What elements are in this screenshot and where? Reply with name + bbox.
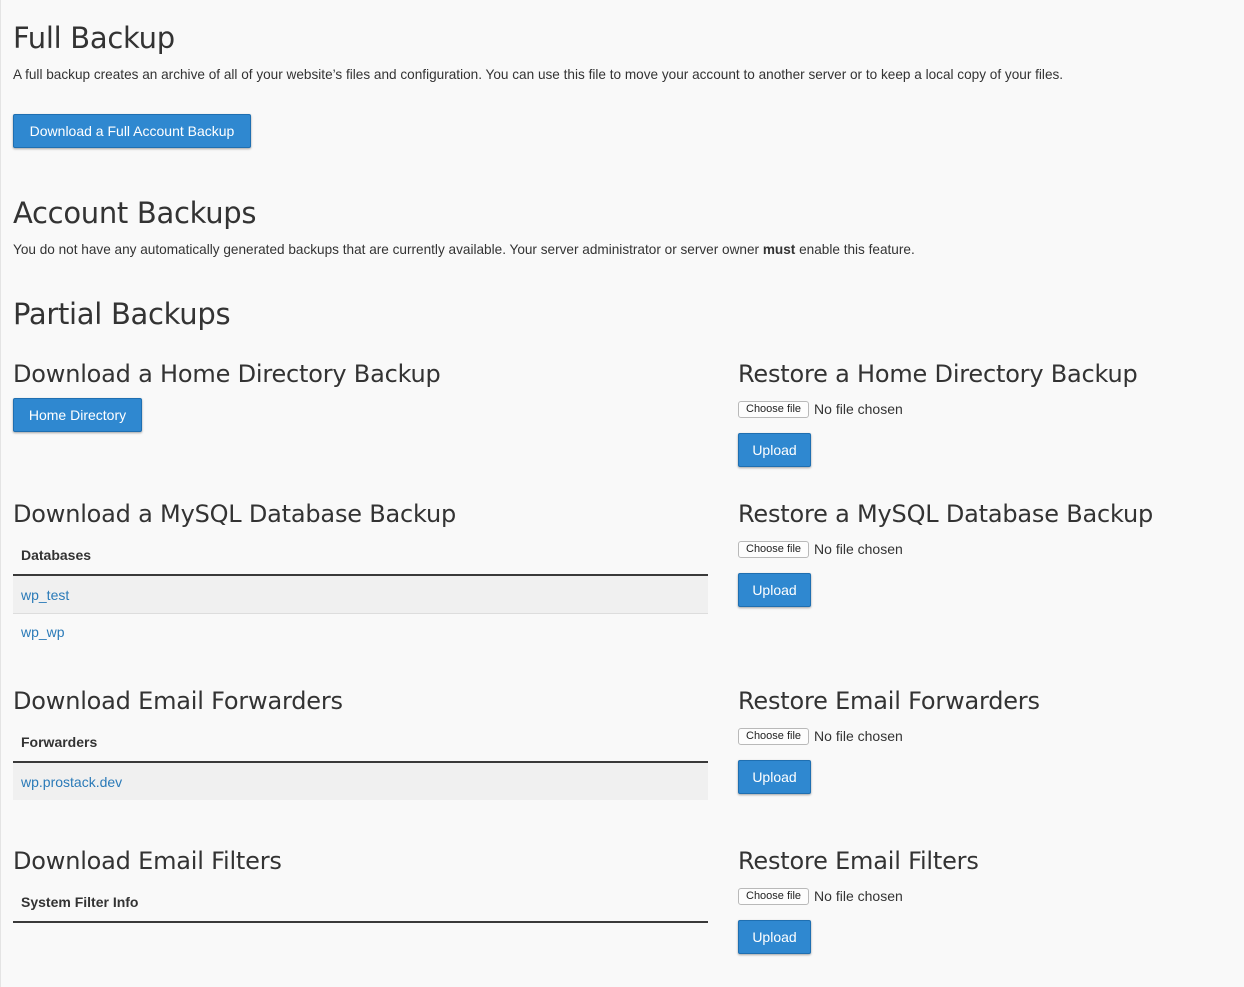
home-directory-no-file-text: No file chosen	[814, 401, 903, 417]
database-link-wp-test[interactable]: wp_test	[21, 587, 69, 603]
mysql-choose-file-button[interactable]: Choose file	[738, 540, 810, 558]
mysql-file-input[interactable]: Choose file No file chosen	[738, 540, 903, 558]
restore-mysql-title: Restore a MySQL Database Backup	[738, 500, 1153, 528]
table-row: wp_test	[13, 576, 708, 613]
account-backups-description: You do not have any automatically genera…	[13, 242, 915, 257]
restore-email-filters-title: Restore Email Filters	[738, 847, 979, 875]
forwarders-file-input[interactable]: Choose file No file chosen	[738, 727, 903, 745]
full-backup-title: Full Backup	[13, 21, 175, 55]
filters-upload-button[interactable]: Upload	[738, 920, 811, 954]
account-backups-description-start: You do not have any automatically genera…	[13, 242, 763, 257]
partial-backups-title: Partial Backups	[13, 297, 231, 331]
table-row: wp.prostack.dev	[13, 763, 708, 800]
mysql-no-file-text: No file chosen	[814, 541, 903, 557]
table-row: wp_wp	[13, 613, 708, 650]
filters-choose-file-button[interactable]: Choose file	[738, 887, 810, 905]
filters-table: System Filter Info	[13, 883, 708, 923]
home-directory-file-input[interactable]: Choose file No file chosen	[738, 400, 903, 418]
backup-page: Full Backup A full backup creates an arc…	[0, 0, 1244, 987]
full-backup-description: A full backup creates an archive of all …	[13, 67, 1064, 82]
download-mysql-title: Download a MySQL Database Backup	[13, 500, 457, 528]
forwarders-choose-file-button[interactable]: Choose file	[738, 727, 810, 745]
mysql-upload-button[interactable]: Upload	[738, 573, 811, 607]
database-link-wp-wp[interactable]: wp_wp	[21, 624, 65, 640]
filters-no-file-text: No file chosen	[814, 888, 903, 904]
download-email-filters-title: Download Email Filters	[13, 847, 282, 875]
forwarders-table-header: Forwarders	[13, 723, 708, 763]
filters-file-input[interactable]: Choose file No file chosen	[738, 887, 903, 905]
restore-email-forwarders-title: Restore Email Forwarders	[738, 687, 1040, 715]
forwarders-table: Forwarders wp.prostack.dev	[13, 723, 708, 800]
restore-home-directory-title: Restore a Home Directory Backup	[738, 360, 1138, 388]
download-full-backup-button[interactable]: Download a Full Account Backup	[13, 114, 251, 148]
account-backups-description-emphasis: must	[762, 242, 796, 257]
forwarders-no-file-text: No file chosen	[814, 728, 903, 744]
account-backups-description-end: enable this feature.	[795, 242, 915, 257]
forwarders-upload-button[interactable]: Upload	[738, 760, 811, 794]
forwarder-link[interactable]: wp.prostack.dev	[21, 774, 122, 790]
databases-table: Databases wp_test wp_wp	[13, 536, 708, 650]
page-left-border	[0, 0, 1, 987]
home-directory-download-button[interactable]: Home Directory	[13, 398, 142, 432]
download-home-directory-title: Download a Home Directory Backup	[13, 360, 441, 388]
filters-table-header: System Filter Info	[13, 883, 708, 923]
account-backups-title: Account Backups	[13, 196, 257, 230]
databases-table-header: Databases	[13, 536, 708, 576]
download-email-forwarders-title: Download Email Forwarders	[13, 687, 343, 715]
home-directory-choose-file-button[interactable]: Choose file	[738, 400, 810, 418]
home-directory-upload-button[interactable]: Upload	[738, 433, 811, 467]
